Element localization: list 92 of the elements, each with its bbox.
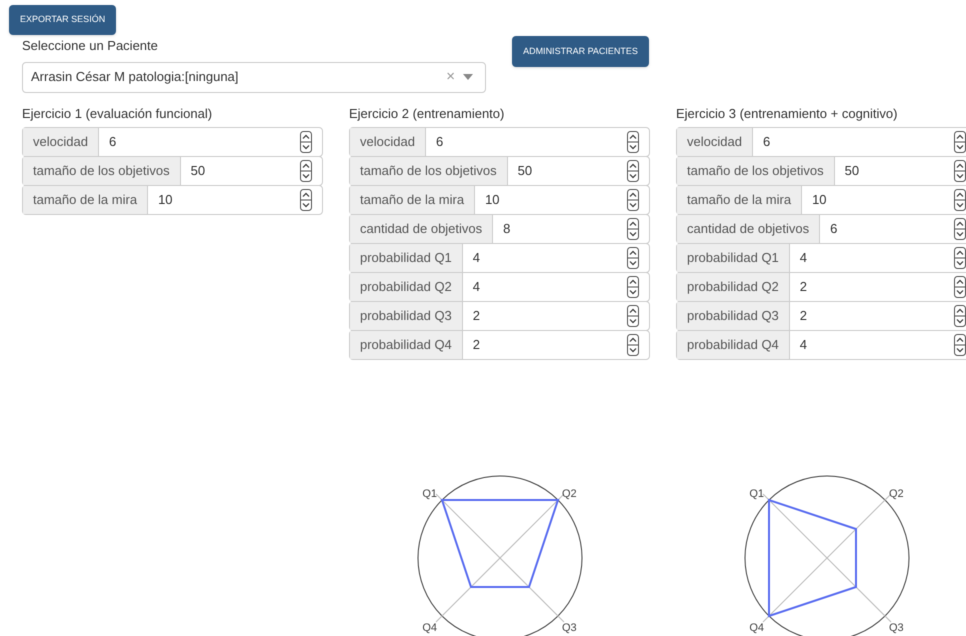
number-input[interactable]: probabilidad Q3 2 <box>349 301 650 331</box>
export-button[interactable]: EXPORTAR SESIÓN <box>9 5 116 35</box>
spinner-icon[interactable] <box>954 276 966 298</box>
spinner-icon[interactable] <box>954 160 966 182</box>
input-label: probabilidad Q1 <box>677 244 790 272</box>
input-label: probabilidad Q3 <box>677 302 790 330</box>
axis-label: Q3 <box>562 622 576 634</box>
input-value: 50 <box>516 162 534 180</box>
input-value: 6 <box>829 220 838 238</box>
number-input[interactable]: velocidad 6 <box>22 127 323 157</box>
axis-label: Q1 <box>748 488 764 500</box>
axis-label: Q4 <box>748 622 764 634</box>
input-value: 6 <box>762 133 772 152</box>
spinner-icon[interactable] <box>627 131 639 153</box>
spinner-icon[interactable] <box>300 131 312 153</box>
number-input[interactable]: tamaño de los objetivos 50 <box>676 156 966 186</box>
patient-select[interactable]: Arrasin César M patologia:[ninguna] × <box>22 62 486 92</box>
spinner-icon[interactable] <box>954 334 966 356</box>
input-value: 2 <box>472 307 482 326</box>
exercise-title: Ejercicio 2 (entrenamiento) <box>349 105 506 123</box>
input-value: 6 <box>108 133 118 152</box>
input-label: probabilidad Q3 <box>350 302 463 330</box>
spinner-icon[interactable] <box>627 276 639 298</box>
exercise-title: Ejercicio 1 (evaluación funcional) <box>22 105 214 123</box>
number-input[interactable]: probabilidad Q4 4 <box>676 330 966 360</box>
input-value: 2 <box>798 278 808 296</box>
number-input[interactable]: velocidad 6 <box>349 127 650 157</box>
axis-label: Q2 <box>562 488 576 500</box>
spinner-icon[interactable] <box>627 247 639 269</box>
spinner-icon[interactable] <box>954 305 966 327</box>
input-value: 10 <box>484 191 501 210</box>
input-label: velocidad <box>677 128 753 156</box>
input-value: 10 <box>811 191 828 210</box>
spinner-icon[interactable] <box>627 305 639 327</box>
input-value: 8 <box>502 220 512 238</box>
input-value: 50 <box>190 162 206 180</box>
input-label: probabilidad Q1 <box>350 244 463 272</box>
spinner-icon[interactable] <box>300 189 312 211</box>
number-input[interactable]: tamaño de la mira 10 <box>349 185 650 215</box>
spinner-icon[interactable] <box>954 189 966 211</box>
spinner-icon[interactable] <box>627 218 639 240</box>
input-label: tamaño de la mira <box>350 186 476 214</box>
caret-icon <box>463 74 473 80</box>
input-value: 6 <box>434 133 444 152</box>
number-input[interactable]: tamaño de la mira 10 <box>22 185 323 215</box>
number-input[interactable]: cantidad de objetivos 8 <box>349 214 650 244</box>
field-label: Seleccione un Paciente <box>22 37 159 55</box>
input-value: 4 <box>472 249 482 268</box>
input-label: cantidad de objetivos <box>350 215 494 243</box>
number-input[interactable]: probabilidad Q2 2 <box>676 272 966 302</box>
spinner-icon[interactable] <box>954 131 966 153</box>
input-value: 2 <box>798 307 808 326</box>
number-input[interactable]: tamaño de los objetivos 50 <box>22 156 323 186</box>
input-label: velocidad <box>23 128 99 156</box>
number-input[interactable]: probabilidad Q1 4 <box>349 243 650 273</box>
spinner-icon[interactable] <box>954 247 966 269</box>
input-value: 4 <box>798 336 808 354</box>
input-label: probabilidad Q4 <box>350 331 463 359</box>
input-label: probabilidad Q2 <box>350 273 463 301</box>
spinner-icon[interactable] <box>300 160 312 182</box>
number-input[interactable]: tamaño de los objetivos 50 <box>349 156 650 186</box>
number-input[interactable]: cantidad de objetivos 6 <box>676 214 966 244</box>
input-value: 2 <box>472 336 482 354</box>
spinner-icon[interactable] <box>627 334 639 356</box>
axis-label: Q2 <box>888 488 904 500</box>
axis-label: Q1 <box>422 488 436 500</box>
axis-label: Q3 <box>888 622 904 634</box>
input-label: probabilidad Q2 <box>677 273 790 301</box>
number-input[interactable]: probabilidad Q2 4 <box>349 272 650 302</box>
number-input[interactable]: velocidad 6 <box>676 127 966 157</box>
number-input[interactable]: tamaño de la mira 10 <box>676 185 966 215</box>
number-input[interactable]: probabilidad Q1 4 <box>676 243 966 273</box>
axis-label: Q4 <box>422 622 436 634</box>
spinner-icon[interactable] <box>954 218 966 240</box>
exercise-title: Ejercicio 3 (entrenamiento + cognitivo) <box>676 105 898 123</box>
number-input[interactable]: probabilidad Q4 2 <box>349 330 650 360</box>
number-input[interactable]: probabilidad Q3 2 <box>676 301 966 331</box>
input-value: 50 <box>844 162 860 180</box>
manage-patients-button[interactable]: ADMINISTRAR PACIENTES <box>512 36 649 67</box>
input-label: tamaño de los objetivos <box>677 157 835 185</box>
input-label: tamaño de los objetivos <box>23 157 181 185</box>
input-label: tamaño de los objetivos <box>350 157 508 185</box>
input-label: cantidad de objetivos <box>677 215 820 243</box>
input-value: 10 <box>157 191 174 210</box>
input-label: tamaño de la mira <box>677 186 802 214</box>
input-label: tamaño de la mira <box>23 186 148 214</box>
input-label: probabilidad Q4 <box>677 331 790 359</box>
spinner-icon[interactable] <box>627 189 639 211</box>
input-value: 4 <box>798 249 808 268</box>
input-value: 4 <box>472 278 482 296</box>
input-label: velocidad <box>350 128 426 156</box>
spinner-icon[interactable] <box>627 160 639 182</box>
